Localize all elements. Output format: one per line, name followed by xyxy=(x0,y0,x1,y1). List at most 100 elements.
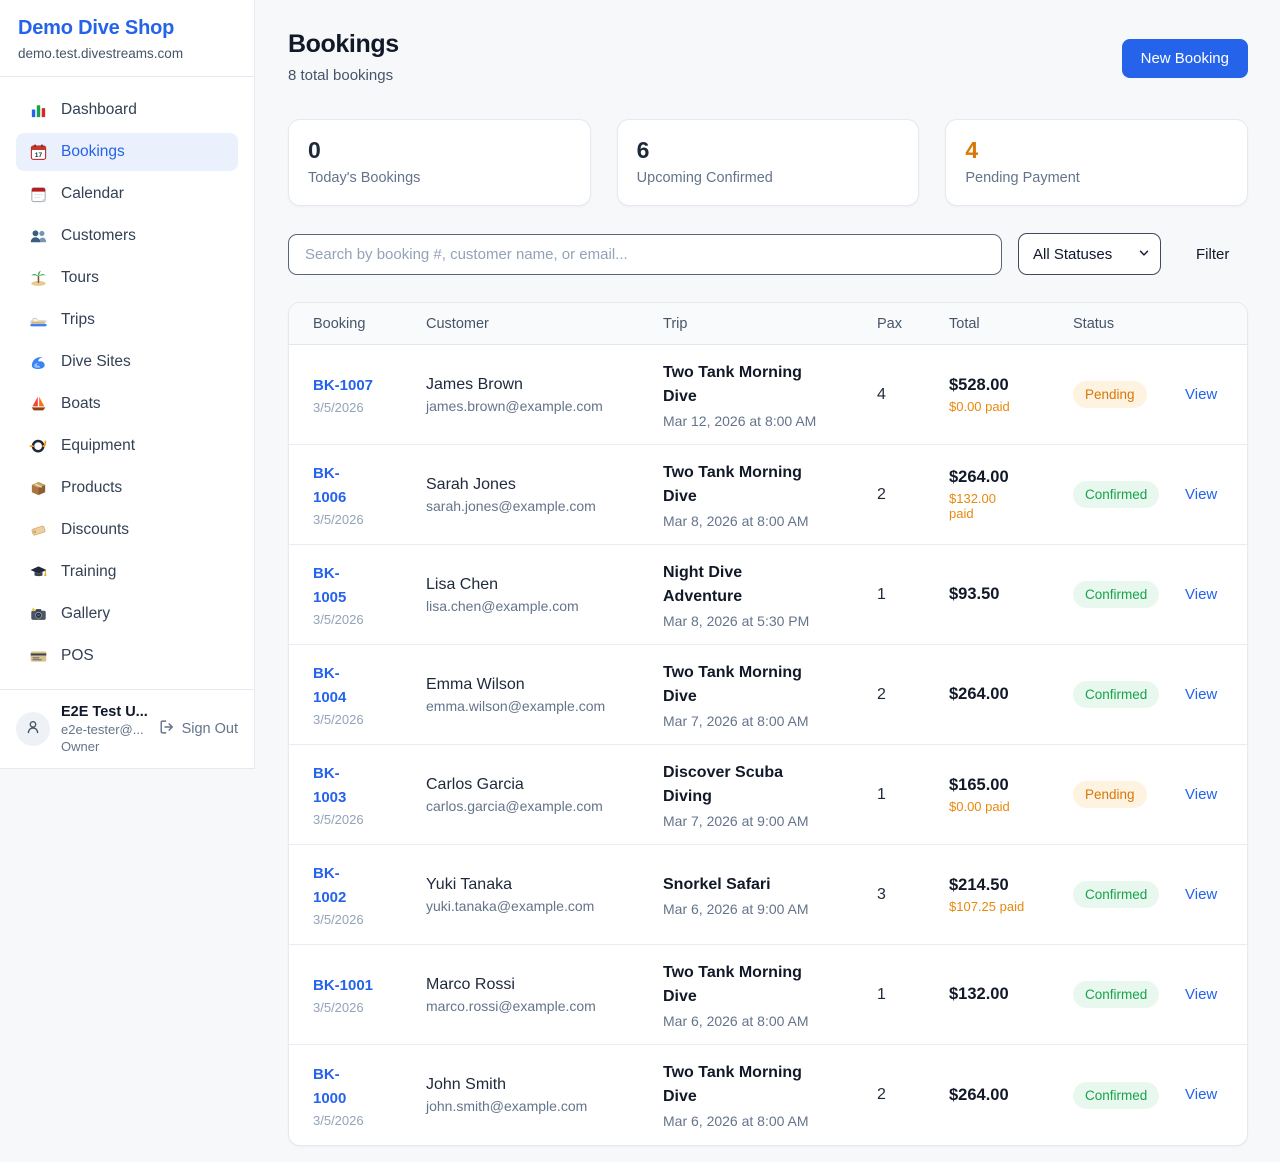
stats-row: 0Today's Bookings6Upcoming Confirmed4Pen… xyxy=(288,119,1248,206)
sidebar-item-label: Training xyxy=(61,563,116,581)
search-input[interactable] xyxy=(288,234,1002,275)
brand-block: Demo Dive Shop demo.test.divestreams.com xyxy=(0,0,254,77)
trip-name: Discover Scuba Diving xyxy=(663,761,821,809)
trip-datetime: Mar 7, 2026 at 8:00 AM xyxy=(663,713,877,729)
view-link[interactable]: View xyxy=(1185,586,1217,603)
customer-email: james.brown@example.com xyxy=(426,398,663,414)
paid-amount: $0.00 paid xyxy=(949,799,1073,814)
trip-name: Two Tank Morning Dive xyxy=(663,1061,821,1109)
booking-date: 3/5/2026 xyxy=(313,712,426,727)
stat-label: Today's Bookings xyxy=(308,170,571,186)
total-cell: $528.00$0.00 paid xyxy=(949,376,1073,414)
view-link[interactable]: View xyxy=(1185,786,1217,803)
booking-id-link[interactable]: BK-1004 xyxy=(313,662,357,710)
sidebar-item-dive-sites[interactable]: Dive Sites xyxy=(16,343,238,381)
status-badge: Confirmed xyxy=(1073,581,1159,608)
column-header-status: Status xyxy=(1073,316,1185,332)
sidebar-item-customers[interactable]: Customers xyxy=(16,217,238,255)
sidebar-item-training[interactable]: Training xyxy=(16,553,238,591)
booking-date: 3/5/2026 xyxy=(313,1113,426,1128)
view-link[interactable]: View xyxy=(1185,686,1217,703)
sidebar-item-equipment[interactable]: Equipment xyxy=(16,427,238,465)
customer-email: carlos.garcia@example.com xyxy=(426,798,663,814)
booking-id-link[interactable]: BK-1002 xyxy=(313,862,357,910)
status-cell: Confirmed xyxy=(1073,881,1185,908)
table-header: BookingCustomerTripPaxTotalStatus xyxy=(289,303,1247,345)
sidebar-item-gallery[interactable]: Gallery xyxy=(16,595,238,633)
booking-id-link[interactable]: BK-1003 xyxy=(313,762,357,810)
booking-id-link[interactable]: BK-1007 xyxy=(313,374,373,398)
new-booking-button[interactable]: New Booking xyxy=(1122,39,1248,78)
page-subtitle: 8 total bookings xyxy=(288,67,399,84)
sidebar-item-bookings[interactable]: 17Bookings xyxy=(16,133,238,171)
bookings-table: BookingCustomerTripPaxTotalStatus BK-100… xyxy=(288,302,1248,1146)
filter-button[interactable]: Filter xyxy=(1194,240,1231,269)
booking-id-link[interactable]: BK-1000 xyxy=(313,1063,357,1111)
sidebar-item-tours[interactable]: Tours xyxy=(16,259,238,297)
sidebar-item-trips[interactable]: Trips xyxy=(16,301,238,339)
stat-label: Upcoming Confirmed xyxy=(637,170,900,186)
view-cell: View xyxy=(1185,686,1223,704)
pax-value: 1 xyxy=(877,986,949,1004)
bar-chart-icon xyxy=(28,100,48,120)
stat-card: 4Pending Payment xyxy=(945,119,1248,206)
credit-card-icon xyxy=(28,646,48,666)
table-row: BK-10053/5/2026Lisa Chenlisa.chen@exampl… xyxy=(289,545,1247,645)
customer-name: Sarah Jones xyxy=(426,476,663,494)
status-badge: Pending xyxy=(1073,781,1147,808)
svg-text:17: 17 xyxy=(34,152,42,159)
sidebar-item-dashboard[interactable]: Dashboard xyxy=(16,91,238,129)
booking-id-link[interactable]: BK-1005 xyxy=(313,562,357,610)
dive-mask-icon xyxy=(28,436,48,456)
booking-id-link[interactable]: BK-1006 xyxy=(313,462,357,510)
main-content: Bookings 8 total bookings New Booking 0T… xyxy=(255,0,1280,1146)
table-row: BK-10023/5/2026Yuki Tanakayuki.tanaka@ex… xyxy=(289,845,1247,945)
pax-value: 4 xyxy=(877,386,949,404)
person-icon xyxy=(23,717,43,742)
status-badge: Confirmed xyxy=(1073,981,1159,1008)
trip-name: Two Tank Morning Dive xyxy=(663,361,821,409)
view-cell: View xyxy=(1185,986,1223,1004)
sign-out-button[interactable]: Sign Out xyxy=(158,718,238,740)
trip-datetime: Mar 12, 2026 at 8:00 AM xyxy=(663,413,877,429)
booking-cell: BK-1007 3/5/2026 xyxy=(313,374,426,415)
trip-datetime: Mar 7, 2026 at 9:00 AM xyxy=(663,813,877,829)
view-link[interactable]: View xyxy=(1185,486,1217,503)
filter-row: All Statuses Filter xyxy=(288,233,1248,275)
status-cell: Confirmed xyxy=(1073,481,1185,508)
view-link[interactable]: View xyxy=(1185,386,1217,403)
pax-value: 3 xyxy=(877,886,949,904)
view-link[interactable]: View xyxy=(1185,1086,1217,1103)
trip-cell: Two Tank Morning DiveMar 8, 2026 at 8:00… xyxy=(663,461,877,529)
people-icon xyxy=(28,226,48,246)
booking-id-link[interactable]: BK-1001 xyxy=(313,974,373,998)
view-cell: View xyxy=(1185,886,1223,904)
view-cell: View xyxy=(1185,586,1223,604)
sidebar-item-products[interactable]: Products xyxy=(16,469,238,507)
box-icon xyxy=(28,478,48,498)
page-header: Bookings 8 total bookings New Booking xyxy=(288,30,1248,84)
booking-date: 3/5/2026 xyxy=(313,512,426,527)
trip-name: Two Tank Morning Dive xyxy=(663,661,821,709)
booking-date: 3/5/2026 xyxy=(313,912,426,927)
sidebar-item-calendar[interactable]: Calendar xyxy=(16,175,238,213)
customer-email: yuki.tanaka@example.com xyxy=(426,898,663,914)
customer-email: sarah.jones@example.com xyxy=(426,498,663,514)
view-link[interactable]: View xyxy=(1185,986,1217,1003)
view-link[interactable]: View xyxy=(1185,886,1217,903)
sign-out-label: Sign Out xyxy=(182,721,238,737)
sidebar-item-boats[interactable]: Boats xyxy=(16,385,238,423)
status-select[interactable]: All Statuses xyxy=(1018,233,1161,275)
total-cell: $264.00 xyxy=(949,685,1073,704)
customer-email: lisa.chen@example.com xyxy=(426,598,663,614)
sidebar-item-label: Gallery xyxy=(61,605,110,623)
sidebar-item-pos[interactable]: POS xyxy=(16,637,238,675)
trip-datetime: Mar 6, 2026 at 9:00 AM xyxy=(663,901,877,917)
sidebar-item-discounts[interactable]: Discounts xyxy=(16,511,238,549)
paid-amount: $0.00 paid xyxy=(949,399,1073,414)
customer-name: Carlos Garcia xyxy=(426,776,663,794)
table-row: BK-10033/5/2026Carlos Garciacarlos.garci… xyxy=(289,745,1247,845)
pax-value: 1 xyxy=(877,586,949,604)
booking-date: 3/5/2026 xyxy=(313,400,426,415)
view-cell: View xyxy=(1185,486,1223,504)
